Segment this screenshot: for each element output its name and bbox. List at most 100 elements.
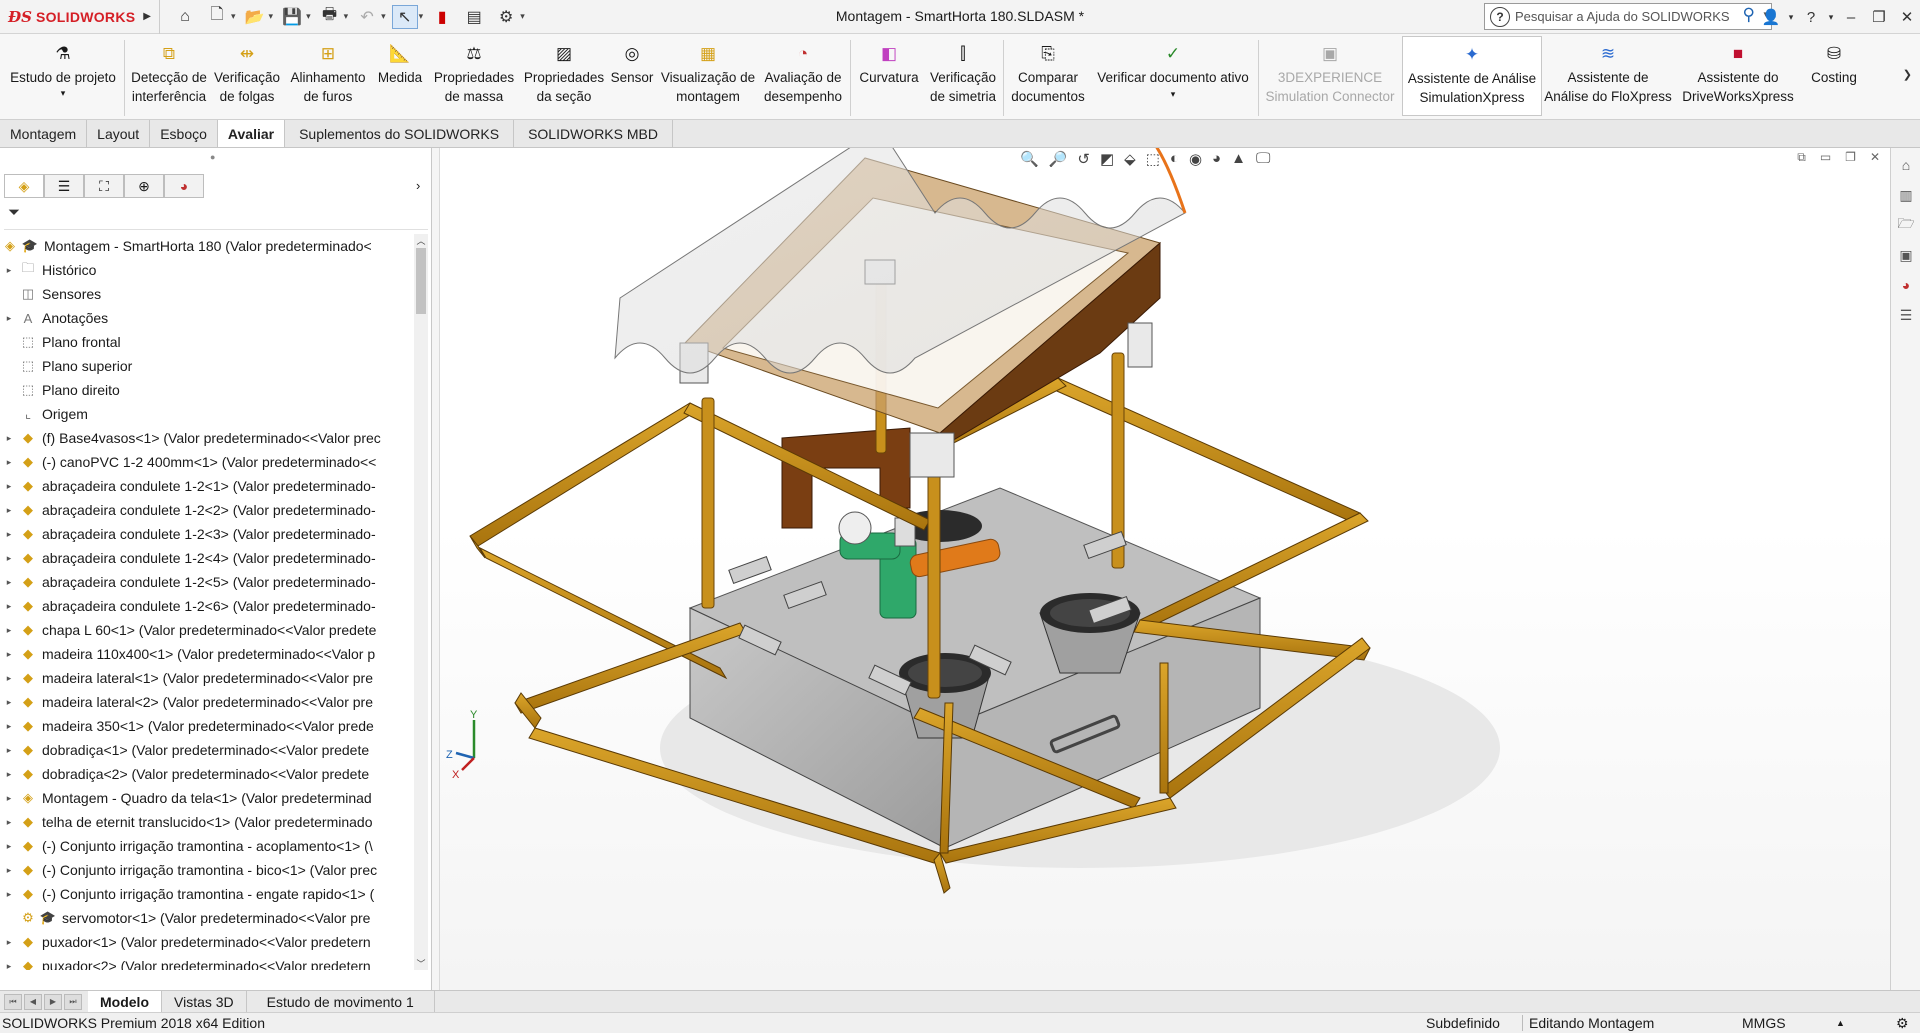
curvature-button[interactable]: ◧ Curvatura [854, 36, 924, 116]
sensor-button[interactable]: ◎ Sensor [608, 36, 656, 116]
tab-suplementos[interactable]: Suplementos do SOLIDWORKS [285, 120, 515, 147]
chevron-down-icon[interactable]: ▾ [306, 11, 311, 22]
view-orientation-icon[interactable]: ⬚ [1146, 150, 1160, 168]
scroll-up-icon[interactable]: ︿ [414, 234, 428, 247]
chevron-down-icon[interactable]: ▾ [61, 87, 66, 99]
solidworks-logo[interactable]: ƉS SOLIDWORKS ▶ [0, 0, 160, 34]
tree-item[interactable]: ⌞ Origem [0, 402, 414, 426]
chevron-down-icon[interactable]: ▾ [344, 11, 349, 22]
tree-item[interactable]: ▸ ◆ abraçadeira condulete 1-2<4> (Valor pr… [0, 546, 414, 570]
interference-detection-button[interactable]: ⧉ Detecção de interferência [128, 36, 210, 116]
expand-icon[interactable]: ▸ [0, 889, 18, 900]
expand-icon[interactable]: ▸ [0, 961, 18, 971]
tree-item[interactable]: ⬚ Plano frontal [0, 330, 414, 354]
tree-item[interactable]: ▸ ◆ abraçadeira condulete 1-2<5> (Valor pr… [0, 570, 414, 594]
hole-alignment-button[interactable]: ⊞ Alinhamento de furos [284, 36, 372, 116]
tree-item[interactable]: ▸ ◆ dobradiça<2> (Valor predeterminado<<Va… [0, 762, 414, 786]
expand-icon[interactable]: ▸ [0, 265, 18, 276]
section-properties-button[interactable]: ▨ Propriedades da seção [522, 36, 606, 116]
home-icon[interactable]: ⌂ [172, 5, 198, 29]
tree-item[interactable]: ▸ ◆ madeira lateral<2> (Valor predetermina… [0, 690, 414, 714]
options-gear-icon[interactable]: ⚙ [493, 5, 519, 29]
appearances-icon[interactable]: ◕ [1893, 272, 1919, 298]
tab-motion-study[interactable]: Estudo de movimento 1 [247, 991, 435, 1012]
floxpress-button[interactable]: ≋ Assistente de Análise do FloXpress [1544, 36, 1672, 116]
scroll-thumb[interactable] [416, 248, 426, 314]
expand-icon[interactable]: ▸ [0, 865, 18, 876]
tree-item[interactable]: ▸ ◆ abraçadeira condulete 1-2<1> (Valor pr… [0, 474, 414, 498]
next-tab-icon[interactable]: ▶ [44, 993, 62, 1010]
chevron-up-icon[interactable]: ▲ [1836, 1018, 1845, 1028]
scroll-down-icon[interactable]: ﹀ [414, 957, 428, 970]
rebuild-icon[interactable]: ▮ [429, 5, 455, 29]
new-document-icon[interactable]: 🗋 [204, 5, 230, 29]
compare-documents-button[interactable]: ⎘ Comparar documentos [1006, 36, 1090, 116]
chevron-down-icon[interactable]: ▾ [1826, 12, 1836, 23]
search-icon[interactable]: ⚲ [1743, 5, 1755, 25]
expand-icon[interactable]: ▸ [0, 841, 18, 852]
expand-icon[interactable]: ▸ [0, 721, 18, 732]
file-explorer-icon[interactable]: 🗁 [1893, 212, 1919, 238]
select-cursor-icon[interactable]: ↖ [391, 4, 418, 29]
user-icon[interactable]: 👤 [1758, 8, 1784, 26]
design-library-icon[interactable]: ▥ [1893, 182, 1919, 208]
simulation-connector-button[interactable]: ▣ 3DEXPERIENCE Simulation Connector [1262, 36, 1398, 116]
display-manager-tab[interactable]: ◕ [164, 174, 204, 198]
tree-item[interactable]: ▸ 🗀 Histórico [0, 258, 414, 282]
viewport-close-icon[interactable]: ✕ [1870, 150, 1880, 165]
home-resources-icon[interactable]: ⌂ [1893, 152, 1919, 178]
expand-icon[interactable]: ▸ [0, 505, 18, 516]
rebuild-status-icon[interactable]: ⚙ [1896, 1015, 1909, 1032]
configuration-manager-tab[interactable]: ⛶ [84, 174, 124, 198]
mass-properties-button[interactable]: ⚖ Propriedades de massa [428, 36, 520, 116]
expand-icon[interactable]: ▸ [0, 601, 18, 612]
symmetry-check-button[interactable]: ⫿ Verificação de simetria [926, 36, 1000, 116]
tree-item[interactable]: ▸ ◆ (-) Conjunto irrigação tramontina - en… [0, 882, 414, 906]
custom-properties-icon[interactable]: ☰ [1893, 302, 1919, 328]
expand-icon[interactable]: ▸ [0, 577, 18, 588]
expand-icon[interactable]: ▸ [0, 817, 18, 828]
previous-view-icon[interactable]: ↺ [1077, 150, 1090, 168]
dimxpert-manager-tab[interactable]: ⊕ [124, 174, 164, 198]
tab-esboco[interactable]: Esboço [150, 120, 218, 147]
tree-item[interactable]: ▸ ◆ puxador<1> (Valor predeterminado<<Valo… [0, 930, 414, 954]
check-active-document-button[interactable]: ✓ Verificar documento ativo ▾ [1092, 36, 1254, 116]
property-manager-tab[interactable]: ☰ [44, 174, 84, 198]
expand-icon[interactable]: ▸ [0, 697, 18, 708]
display-style-icon[interactable]: ◐ [1170, 150, 1179, 168]
menu-arrow-icon[interactable]: ▶ [143, 11, 151, 22]
tree-item[interactable]: ▸ ◆ madeira lateral<1> (Valor predetermina… [0, 666, 414, 690]
chevron-down-icon[interactable]: ▾ [520, 11, 525, 22]
edit-appearance-icon[interactable]: ◕ [1212, 150, 1221, 168]
tree-item[interactable]: ▸ ◆ (f) Base4vasos<1> (Valor predeterminad… [0, 426, 414, 450]
view-settings-icon[interactable]: 🖵 [1256, 150, 1270, 168]
viewport-tile-icon[interactable]: ▭ [1820, 150, 1831, 165]
dynamic-annotation-icon[interactable]: ⬙ [1124, 150, 1136, 168]
panel-splitter[interactable] [432, 148, 440, 990]
expand-icon[interactable]: ▸ [0, 433, 18, 444]
tree-item[interactable]: ▸ ◆ madeira 350<1> (Valor predeterminado<<… [0, 714, 414, 738]
help-question-icon[interactable]: ? [1798, 9, 1824, 26]
chevron-down-icon[interactable]: ▾ [231, 11, 236, 22]
measure-button[interactable]: 📐 Medida [374, 36, 426, 116]
expand-icon[interactable]: ▸ [0, 457, 18, 468]
print-icon[interactable]: 🖶 [317, 5, 343, 29]
file-properties-icon[interactable]: ▤ [461, 5, 487, 29]
tree-item[interactable]: ◫ Sensores [0, 282, 414, 306]
tree-item[interactable]: ⬚ Plano superior [0, 354, 414, 378]
tree-item[interactable]: ▸ ◆ abraçadeira condulete 1-2<6> (Valor pr… [0, 594, 414, 618]
first-tab-icon[interactable]: ⏮ [4, 993, 22, 1010]
expand-icon[interactable]: ▸ [0, 481, 18, 492]
tab-mbd[interactable]: SOLIDWORKS MBD [514, 120, 673, 147]
tree-root[interactable]: ◈ 🎓 Montagem - SmartHorta 180 (Valor prede… [0, 234, 414, 258]
tree-item[interactable]: ▸ A Anotações [0, 306, 414, 330]
chevron-down-icon[interactable]: ▾ [269, 11, 274, 22]
expand-icon[interactable]: ▸ [0, 625, 18, 636]
units-selector[interactable]: MMGS [1742, 1015, 1786, 1031]
tab-montagem[interactable]: Montagem [0, 120, 88, 147]
performance-evaluation-button[interactable]: ◔ Avaliação de desempenho [760, 36, 846, 116]
tree-item[interactable]: ▸ ◆ puxador<2> (Valor predeterminado<<Valo… [0, 954, 414, 970]
tree-item[interactable]: ▸ ◆ abraçadeira condulete 1-2<2> (Valor pr… [0, 498, 414, 522]
tab-layout[interactable]: Layout [87, 120, 151, 147]
expand-icon[interactable]: ▸ [0, 313, 18, 324]
